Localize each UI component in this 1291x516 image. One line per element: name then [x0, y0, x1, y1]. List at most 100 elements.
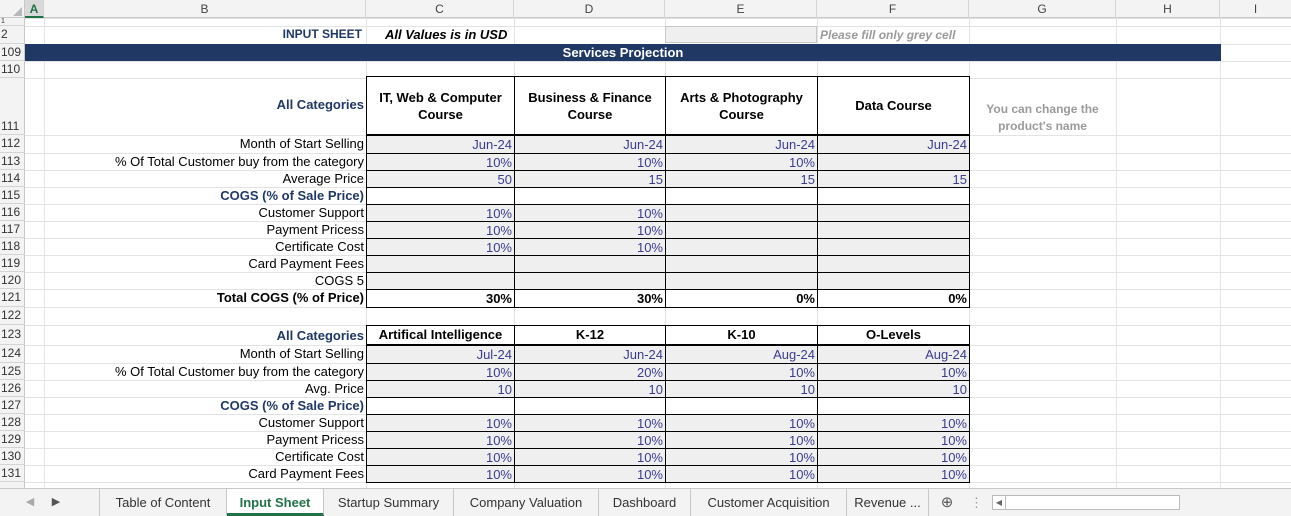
row-header[interactable]: 114: [0, 170, 25, 187]
product-name-cell[interactable]: Arts & Photography Course: [665, 76, 818, 135]
row-header[interactable]: 121: [0, 289, 25, 307]
input-cell[interactable]: 0%: [817, 289, 970, 308]
column-header-c[interactable]: C: [366, 0, 514, 18]
input-cell[interactable]: 10%: [817, 363, 970, 381]
input-cell[interactable]: Aug-24: [665, 345, 818, 364]
input-cell[interactable]: Jun-24: [514, 345, 666, 364]
input-cell[interactable]: [817, 238, 970, 256]
input-cell[interactable]: Jun-24: [514, 135, 666, 154]
row-header[interactable]: 113: [0, 153, 25, 170]
row-header[interactable]: 128: [0, 414, 25, 431]
column-header-f[interactable]: F: [817, 0, 969, 18]
row-header[interactable]: 2: [0, 26, 25, 44]
row-header[interactable]: 127: [0, 397, 25, 414]
triangle-right-icon[interactable]: ▶: [46, 489, 66, 516]
input-cell[interactable]: [366, 255, 515, 273]
input-cell[interactable]: Jun-24: [817, 135, 970, 154]
input-cell[interactable]: 10%: [366, 153, 515, 171]
input-cell[interactable]: 10%: [665, 465, 818, 483]
input-cell[interactable]: 10%: [817, 431, 970, 449]
input-cell[interactable]: 10%: [514, 448, 666, 466]
input-cell[interactable]: [817, 221, 970, 239]
input-cell[interactable]: 10%: [514, 221, 666, 239]
row-header[interactable]: 122: [0, 307, 25, 325]
horizontal-scrollbar[interactable]: ◀: [992, 495, 1180, 510]
grey-input-sample-cell[interactable]: [665, 26, 817, 43]
input-cell[interactable]: 50: [366, 170, 515, 188]
tab-input-sheet[interactable]: Input Sheet: [227, 489, 324, 516]
column-header-g[interactable]: G: [969, 0, 1116, 18]
input-cell[interactable]: [366, 397, 515, 415]
input-cell[interactable]: 10%: [665, 448, 818, 466]
input-cell[interactable]: 10%: [366, 221, 515, 239]
input-cell[interactable]: [665, 238, 818, 256]
input-cell[interactable]: 10%: [514, 238, 666, 256]
input-cell[interactable]: 10%: [514, 153, 666, 171]
input-cell[interactable]: [817, 153, 970, 171]
input-cell[interactable]: Aug-24: [817, 345, 970, 364]
input-cell[interactable]: [514, 187, 666, 205]
input-cell[interactable]: 10%: [366, 363, 515, 381]
product-name-cell[interactable]: Business & Finance Course: [514, 76, 666, 135]
input-cell[interactable]: [665, 255, 818, 273]
input-cell[interactable]: 10%: [514, 431, 666, 449]
row-header[interactable]: 115: [0, 187, 25, 204]
input-cell[interactable]: [817, 204, 970, 222]
product-name-cell[interactable]: Artifical Intelligence: [366, 325, 515, 345]
input-cell[interactable]: [817, 255, 970, 273]
input-cell[interactable]: 10%: [366, 414, 515, 432]
column-header-i[interactable]: I: [1220, 0, 1291, 18]
input-cell[interactable]: 10%: [665, 153, 818, 171]
tab-table-of-content[interactable]: Table of Content: [99, 489, 227, 516]
input-cell[interactable]: 30%: [366, 289, 515, 308]
row-header[interactable]: 109: [0, 44, 25, 61]
column-header-d[interactable]: D: [514, 0, 665, 18]
tab-startup-summary[interactable]: Startup Summary: [324, 489, 454, 516]
input-cell[interactable]: 10: [514, 380, 666, 398]
row-header[interactable]: 120: [0, 272, 25, 289]
input-cell[interactable]: [514, 397, 666, 415]
column-header-b[interactable]: B: [44, 0, 366, 18]
input-cell[interactable]: 10: [665, 380, 818, 398]
input-cell[interactable]: 15: [817, 170, 970, 188]
row-header[interactable]: 111: [0, 78, 25, 135]
tab-customer-acquisition[interactable]: Customer Acquisition: [691, 489, 847, 516]
row-header[interactable]: 125: [0, 363, 25, 380]
row-header[interactable]: 119: [0, 255, 25, 272]
input-cell[interactable]: [665, 187, 818, 205]
row-header[interactable]: 131: [0, 465, 25, 482]
product-name-cell[interactable]: O-Levels: [817, 325, 970, 345]
input-cell[interactable]: 10%: [514, 465, 666, 483]
input-cell[interactable]: 10%: [817, 414, 970, 432]
row-header[interactable]: 112: [0, 135, 25, 153]
input-cell[interactable]: 10%: [366, 204, 515, 222]
select-all-corner[interactable]: [0, 0, 25, 18]
input-cell[interactable]: Jun-24: [665, 135, 818, 154]
input-cell[interactable]: 10%: [817, 448, 970, 466]
input-cell[interactable]: [366, 187, 515, 205]
input-cell[interactable]: 10%: [817, 465, 970, 483]
row-header[interactable]: 110: [0, 61, 25, 78]
scroll-left-icon[interactable]: ◀: [993, 496, 1006, 509]
input-cell[interactable]: 10%: [514, 204, 666, 222]
input-cell[interactable]: 10%: [366, 431, 515, 449]
row-header[interactable]: 117: [0, 221, 25, 238]
column-header-h[interactable]: H: [1116, 0, 1220, 18]
row-header[interactable]: 123: [0, 325, 25, 345]
product-name-cell[interactable]: IT, Web & Computer Course: [366, 76, 515, 135]
input-cell[interactable]: [817, 187, 970, 205]
input-cell[interactable]: 20%: [514, 363, 666, 381]
triangle-left-icon[interactable]: ◀: [20, 489, 40, 516]
row-header[interactable]: 124: [0, 345, 25, 363]
product-name-cell[interactable]: K-12: [514, 325, 666, 345]
input-cell[interactable]: 10%: [366, 238, 515, 256]
input-cell[interactable]: 10%: [665, 431, 818, 449]
input-cell[interactable]: 10: [817, 380, 970, 398]
plus-circle-icon[interactable]: ⊕: [936, 489, 958, 516]
row-header[interactable]: 116: [0, 204, 25, 221]
input-cell[interactable]: [665, 272, 818, 290]
column-header-a[interactable]: A: [25, 0, 44, 18]
input-cell[interactable]: [514, 255, 666, 273]
column-header-e[interactable]: E: [665, 0, 817, 18]
input-cell[interactable]: 10%: [366, 448, 515, 466]
